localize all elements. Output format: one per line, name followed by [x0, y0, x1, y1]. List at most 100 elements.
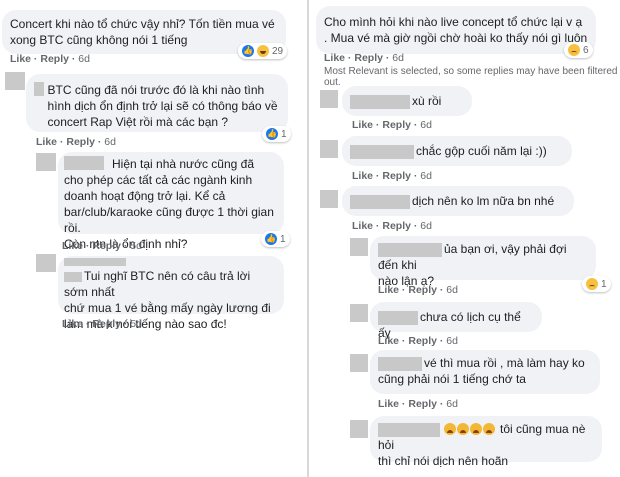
redacted-name	[350, 94, 410, 109]
comment-actions: Like · Reply · 6d	[36, 136, 116, 148]
reply-text: vé thì mua rồi , mà làm hay ko	[424, 356, 585, 370]
reply-bubble: ủa bạn ơi, vậy phải đợi đến khi nào lận …	[370, 236, 596, 288]
like-link[interactable]: Like	[324, 52, 345, 64]
redacted-name	[378, 422, 440, 437]
comment-bubble: Tui nghĩ BTC nên có câu trả lời sớm nhất…	[58, 256, 284, 331]
like-link[interactable]: Like	[36, 136, 57, 148]
timestamp[interactable]: 6d	[78, 53, 90, 65]
reaction-count: 29	[272, 45, 284, 57]
reply-bubble: chắc gộp cuối năm lại :))	[342, 136, 572, 166]
reaction-badge[interactable]: 👍 29	[238, 43, 288, 59]
comment-actions: Like · Reply · 6d	[378, 284, 458, 296]
redacted-name	[64, 258, 126, 266]
comment-actions: Like · Reply · 5d	[62, 318, 142, 330]
comment-bubble: Hiện tại nhà nước cũng đã cho phép các t…	[58, 152, 284, 251]
like-link[interactable]: Like	[378, 335, 399, 347]
reply-link[interactable]: Reply	[382, 119, 411, 131]
crying-emoji-icon	[444, 423, 456, 435]
reply-text: dịch nên ko lm nữa bn nhé	[412, 194, 555, 208]
avatar[interactable]	[350, 238, 368, 256]
reaction-count: 6	[583, 44, 589, 56]
reply-text-line: cũng phải nói 1 tiếng chớ ta	[378, 372, 526, 386]
timestamp[interactable]: 6d	[420, 119, 432, 131]
crying-emoji-icon	[483, 423, 495, 435]
timestamp[interactable]: 6d	[446, 284, 458, 296]
like-link[interactable]: Like	[62, 318, 83, 330]
avatar[interactable]	[320, 190, 338, 208]
timestamp[interactable]: 6d	[420, 170, 432, 182]
avatar[interactable]	[350, 354, 368, 372]
reply-text-line: thì chỉ nói dịch nên hoãn	[378, 454, 509, 468]
filter-notice: Most Relevant is selected, so some repli…	[324, 66, 618, 88]
like-reaction-icon: 👍	[265, 233, 277, 245]
redacted-name	[64, 156, 104, 170]
reaction-count: 1	[601, 278, 607, 290]
reply-bubble: vé thì mua rồi , mà làm hay ko cũng phải…	[370, 350, 600, 394]
avatar[interactable]	[320, 90, 338, 108]
avatar[interactable]	[5, 72, 25, 90]
redacted-name	[350, 194, 410, 209]
reply-link[interactable]: Reply	[382, 170, 411, 182]
timestamp[interactable]: 6d	[420, 220, 432, 232]
haha-reaction-icon	[257, 45, 269, 57]
reply-bubble: xù rồi	[342, 86, 472, 116]
reaction-count: 1	[281, 128, 287, 140]
timestamp[interactable]: 5d	[130, 240, 142, 252]
reaction-badge[interactable]: 6	[564, 42, 593, 58]
reply-link[interactable]: Reply	[40, 53, 69, 65]
avatar[interactable]	[36, 153, 56, 171]
like-link[interactable]: Like	[62, 240, 83, 252]
reply-text: xù rồi	[412, 94, 442, 108]
timestamp[interactable]: 6d	[446, 335, 458, 347]
like-link[interactable]: Like	[352, 220, 373, 232]
reply-bubble: dịch nên ko lm nữa bn nhé	[342, 186, 574, 216]
redacted-name	[378, 242, 442, 257]
avatar[interactable]	[320, 140, 338, 158]
reply-link[interactable]: Reply	[92, 318, 121, 330]
redacted-name	[378, 310, 418, 325]
comment-actions: Like · Reply · 5d	[62, 240, 142, 252]
reply-link[interactable]: Reply	[92, 240, 121, 252]
reply-link[interactable]: Reply	[408, 335, 437, 347]
sad-reaction-icon	[568, 44, 580, 56]
like-link[interactable]: Like	[352, 119, 373, 131]
reply-link[interactable]: Reply	[354, 52, 383, 64]
crying-emoji-icon	[457, 423, 469, 435]
like-link[interactable]: Like	[352, 170, 373, 182]
left-comments-panel: Concert khi nào tổ chức vậy nhỉ? Tốn tiề…	[0, 0, 304, 477]
comment-actions: Like · Reply · 6d	[352, 119, 432, 131]
comment-text: Cho mình hỏi khi nào live concept tổ chứ…	[324, 15, 588, 45]
like-link[interactable]: Like	[378, 398, 399, 410]
avatar[interactable]	[36, 254, 56, 272]
reply-link[interactable]: Reply	[382, 220, 411, 232]
sad-reaction-icon	[586, 278, 598, 290]
reply-link[interactable]: Reply	[408, 398, 437, 410]
right-comments-panel: Cho mình hỏi khi nào live concept tổ chứ…	[314, 0, 620, 477]
avatar[interactable]	[350, 420, 368, 438]
comment-actions: Like · Reply · 6d	[352, 220, 432, 232]
timestamp[interactable]: 6d	[392, 52, 404, 64]
reaction-badge[interactable]: 👍 1	[261, 231, 290, 247]
timestamp[interactable]: 5d	[130, 318, 142, 330]
comment-text: Tui nghĩ BTC nên có câu trả lời sớm nhất	[64, 269, 251, 299]
comment-bubble: BTC cũng đã nói trước đó là khi nào tình…	[26, 74, 288, 132]
timestamp[interactable]: 6d	[104, 136, 116, 148]
reply-bubble: chưa có lịch cụ thể ấy	[370, 302, 542, 340]
reply-link[interactable]: Reply	[66, 136, 95, 148]
comment-text: BTC cũng đã nói trước đó là khi nào tình…	[47, 83, 278, 129]
crying-emoji-icon	[470, 423, 482, 435]
reaction-badge[interactable]: 1	[582, 276, 611, 292]
comment-bubble: Cho mình hỏi khi nào live concept tổ chứ…	[316, 6, 596, 54]
redacted-name	[350, 144, 414, 159]
comment-actions: Like · Reply · 6d	[378, 398, 458, 410]
reaction-badge[interactable]: 👍 1	[262, 126, 291, 142]
redacted-name	[64, 271, 82, 282]
like-link[interactable]: Like	[378, 284, 399, 296]
reply-link[interactable]: Reply	[408, 284, 437, 296]
timestamp[interactable]: 6d	[446, 398, 458, 410]
redacted-name	[378, 356, 422, 371]
like-reaction-icon: 👍	[266, 128, 278, 140]
avatar[interactable]	[350, 304, 368, 322]
like-link[interactable]: Like	[10, 53, 31, 65]
comment-actions: Like · Reply · 6d	[378, 335, 458, 347]
